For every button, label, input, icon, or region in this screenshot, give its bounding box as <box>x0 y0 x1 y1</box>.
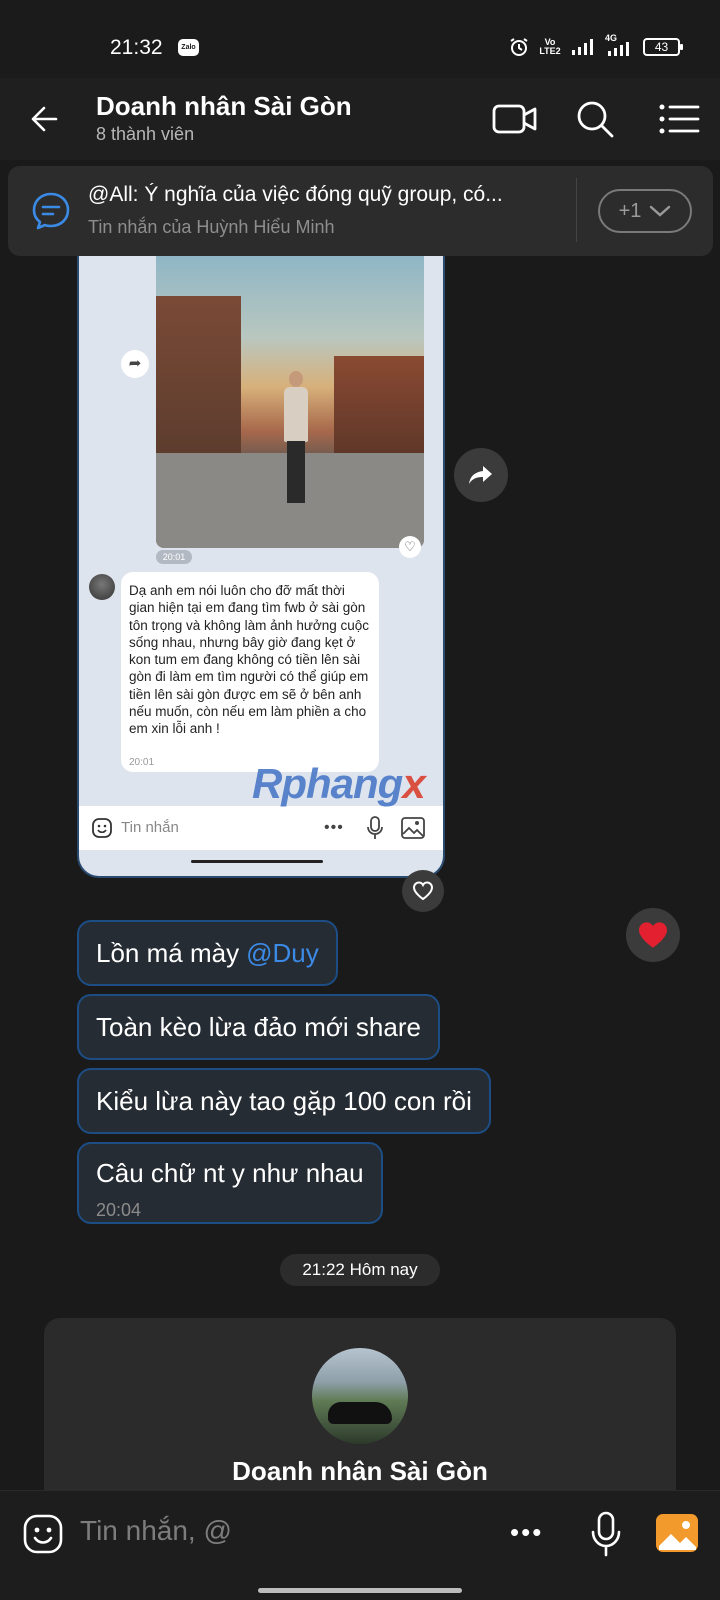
list-menu-icon[interactable] <box>656 96 702 142</box>
more-dots-icon[interactable]: ••• <box>510 1517 543 1548</box>
status-bar: 21:32 Zalo Vo LTE2 4G 43 <box>0 0 720 78</box>
message-text: Câu chữ nt y như nhau <box>96 1158 364 1188</box>
screenshot-input-bar: Tin nhắn ••• <box>79 806 443 850</box>
quoted-message: Dạ anh em nói luôn cho đỡ mất thời gian … <box>121 572 379 772</box>
group-avatar[interactable] <box>312 1348 408 1444</box>
quoted-message-time: 20:01 <box>129 757 155 768</box>
message-time: 20:04 <box>96 1200 142 1220</box>
chat-title[interactable]: Doanh nhân Sài Gòn <box>96 91 352 122</box>
group-info-card[interactable]: Doanh nhân Sài Gòn <box>44 1318 676 1518</box>
video-call-icon[interactable] <box>492 96 538 142</box>
message-text: Lồn má mày <box>96 937 240 968</box>
image-icon <box>401 817 425 839</box>
status-time: 21:32 <box>110 36 163 59</box>
image-icon[interactable] <box>655 1513 699 1553</box>
building-right <box>334 356 424 466</box>
person-head <box>289 371 303 387</box>
battery-icon: 43 <box>643 38 683 56</box>
message-input[interactable]: Tin nhắn, @ <box>80 1515 232 1547</box>
signal-icon <box>572 39 593 55</box>
sticker-icon[interactable] <box>22 1513 64 1555</box>
chevron-down-icon <box>650 205 671 217</box>
group-name: Doanh nhân Sài Gòn <box>232 1456 488 1486</box>
pinned-title: @All: Ý nghĩa của việc đóng quỹ group, c… <box>88 183 503 206</box>
sticker-icon <box>92 818 112 838</box>
heart-icon <box>412 881 434 901</box>
signal-4g-icon <box>608 42 629 56</box>
avatar <box>89 574 115 600</box>
red-heart-icon <box>639 922 667 948</box>
mention-link[interactable]: @Duy <box>246 938 319 969</box>
car-image <box>328 1402 392 1424</box>
street-photo <box>156 256 424 548</box>
forward-icon <box>469 466 492 484</box>
person-body <box>284 387 308 442</box>
chat-header: Doanh nhân Sài Gòn 8 thành viên <box>0 78 720 160</box>
pinned-more-count: +1 <box>618 199 642 222</box>
heart-icon: ♡ <box>399 536 421 558</box>
message-input-bar: Tin nhắn, @ ••• <box>0 1490 720 1576</box>
message-bubble[interactable]: Lồn má mày @Duy <box>77 920 338 986</box>
search-icon[interactable] <box>572 96 618 142</box>
microphone-icon[interactable] <box>590 1511 622 1557</box>
divider <box>576 178 577 242</box>
screenshot-input-placeholder: Tin nhắn <box>121 819 179 836</box>
watermark-accent: x <box>402 760 425 807</box>
person-legs <box>287 441 305 503</box>
member-count[interactable]: 8 thành viên <box>96 124 194 145</box>
message-bubble[interactable]: Kiểu lừa này tao gặp 100 con rồi <box>77 1068 491 1134</box>
reaction-badge[interactable] <box>626 908 680 962</box>
signal-4g: 4G <box>605 34 633 58</box>
arrow-left-icon[interactable] <box>26 98 68 140</box>
person-figure <box>284 371 308 506</box>
status-icons: Vo LTE2 4G 43 <box>509 34 683 58</box>
alarm-icon <box>510 38 528 56</box>
date-divider: 21:22 Hôm nay <box>280 1254 440 1286</box>
zalo-notification-icon: Zalo <box>178 39 199 56</box>
photo-time: 20:01 <box>156 550 192 564</box>
forward-button[interactable] <box>454 448 508 502</box>
message-text: Toàn kèo lừa đảo mới share <box>96 1011 421 1042</box>
message-text: Kiểu lừa này tao gặp 100 con rồi <box>96 1085 472 1116</box>
home-indicator[interactable] <box>258 1588 462 1593</box>
building-left <box>156 296 241 471</box>
watermark: Rphangx <box>252 760 426 808</box>
pinned-message-icon <box>32 192 70 230</box>
message-bubble[interactable]: Toàn kèo lừa đảo mới share <box>77 994 440 1060</box>
more-dots-icon: ••• <box>324 819 344 836</box>
pinned-message-bar[interactable]: @All: Ý nghĩa của việc đóng quỹ group, c… <box>8 166 713 256</box>
pinned-more-button[interactable]: +1 <box>598 189 692 233</box>
pinned-author: Tin nhắn của Huỳnh Hiểu Minh <box>88 217 335 237</box>
forward-icon: ➦ <box>121 350 149 378</box>
screenshot-home-indicator <box>191 860 323 863</box>
watermark-main: Rphang <box>252 760 403 807</box>
volte-indicator: Vo LTE2 <box>539 37 561 56</box>
microphone-icon <box>367 816 383 839</box>
message-bubble[interactable]: Câu chữ nt y như nhau 20:04 <box>77 1142 383 1224</box>
react-button[interactable] <box>402 870 444 912</box>
